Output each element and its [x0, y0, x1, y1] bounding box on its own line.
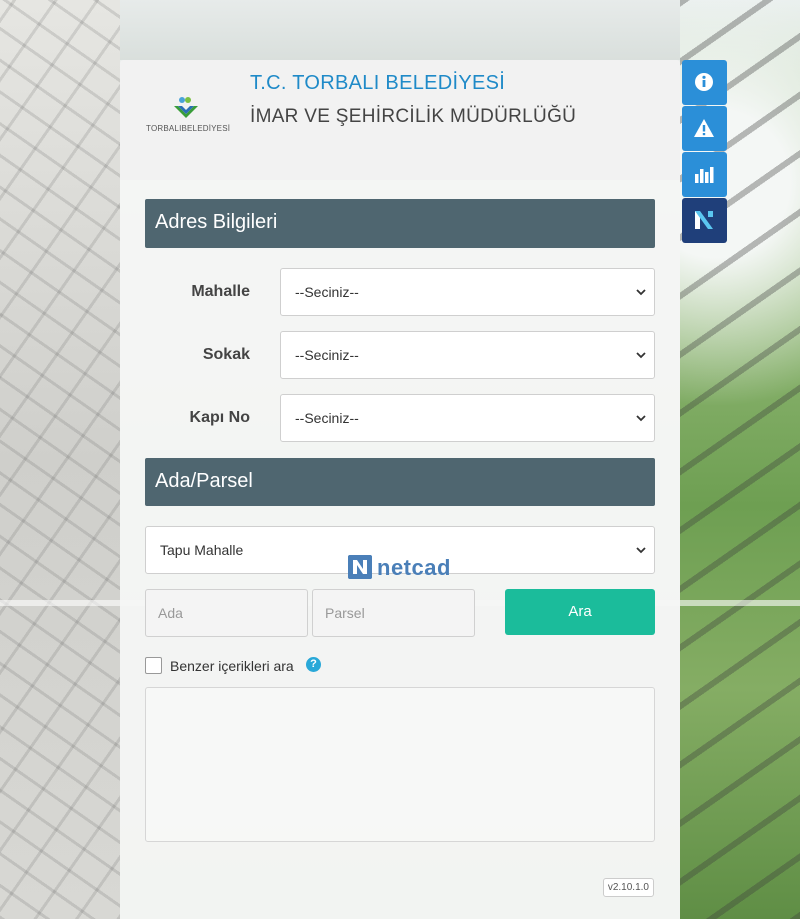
section-heading-ada-parsel: Ada/Parsel — [145, 458, 655, 506]
logo-text: TORBALIBELEDİYESİ — [146, 124, 231, 133]
mahalle-select[interactable]: --Seciniz-- — [280, 268, 655, 316]
sokak-select-value: --Seciniz-- — [295, 347, 359, 363]
statistics-button[interactable] — [682, 152, 727, 197]
chart-icon — [695, 167, 714, 183]
results-area — [145, 687, 655, 842]
version-badge: v2.10.1.0 — [602, 878, 654, 897]
info-button[interactable] — [682, 60, 727, 105]
mahalle-select-value: --Seciniz-- — [295, 284, 359, 300]
similar-content-checkbox[interactable] — [145, 657, 162, 674]
parsel-input[interactable]: Parsel — [312, 589, 475, 637]
warning-button[interactable] — [682, 106, 727, 151]
sokak-label: Sokak — [202, 346, 250, 363]
netcad-logo-icon — [695, 211, 713, 229]
background-left-city — [0, 0, 120, 919]
search-panel: TORBALIBELEDİYESİ T.C. TORBALI BELEDİYES… — [120, 60, 680, 919]
section-heading-adres: Adres Bilgileri — [145, 199, 655, 248]
parsel-input-placeholder: Parsel — [325, 605, 365, 621]
netcad-button[interactable] — [682, 198, 727, 243]
page-subtitle: İMAR VE ŞEHİRCİLİK MÜDÜRLÜĞÜ — [250, 106, 577, 127]
help-icon[interactable]: ? — [306, 657, 321, 672]
netcad-watermark-icon — [348, 555, 372, 579]
chevron-down-icon — [636, 415, 646, 422]
kapino-label: Kapı No — [189, 409, 250, 426]
municipality-logo: TORBALIBELEDİYESİ — [146, 96, 231, 140]
kapino-select-value: --Seciniz-- — [295, 410, 359, 426]
sokak-select[interactable]: --Seciniz-- — [280, 331, 655, 379]
chevron-down-icon — [636, 289, 646, 296]
warning-icon — [694, 119, 714, 137]
logo-mark-icon — [174, 97, 198, 118]
mahalle-label: Mahalle — [191, 283, 250, 300]
info-icon — [695, 73, 713, 91]
chevron-down-icon — [636, 352, 646, 359]
page-title: T.C. TORBALI BELEDİYESİ — [250, 72, 506, 94]
similar-content-label: Benzer içerikleri ara — [170, 658, 294, 674]
kapino-select[interactable]: --Seciniz-- — [280, 394, 655, 442]
background-top-skyline — [120, 0, 680, 60]
ada-input-placeholder: Ada — [158, 605, 183, 621]
header: TORBALIBELEDİYESİ T.C. TORBALI BELEDİYES… — [120, 60, 680, 180]
ada-input[interactable]: Ada — [145, 589, 308, 637]
tapu-mahalle-select-value: Tapu Mahalle — [160, 542, 244, 558]
chevron-down-icon — [636, 547, 646, 554]
netcad-watermark-text: netcad — [377, 555, 451, 580]
search-button[interactable]: Ara — [505, 589, 655, 635]
